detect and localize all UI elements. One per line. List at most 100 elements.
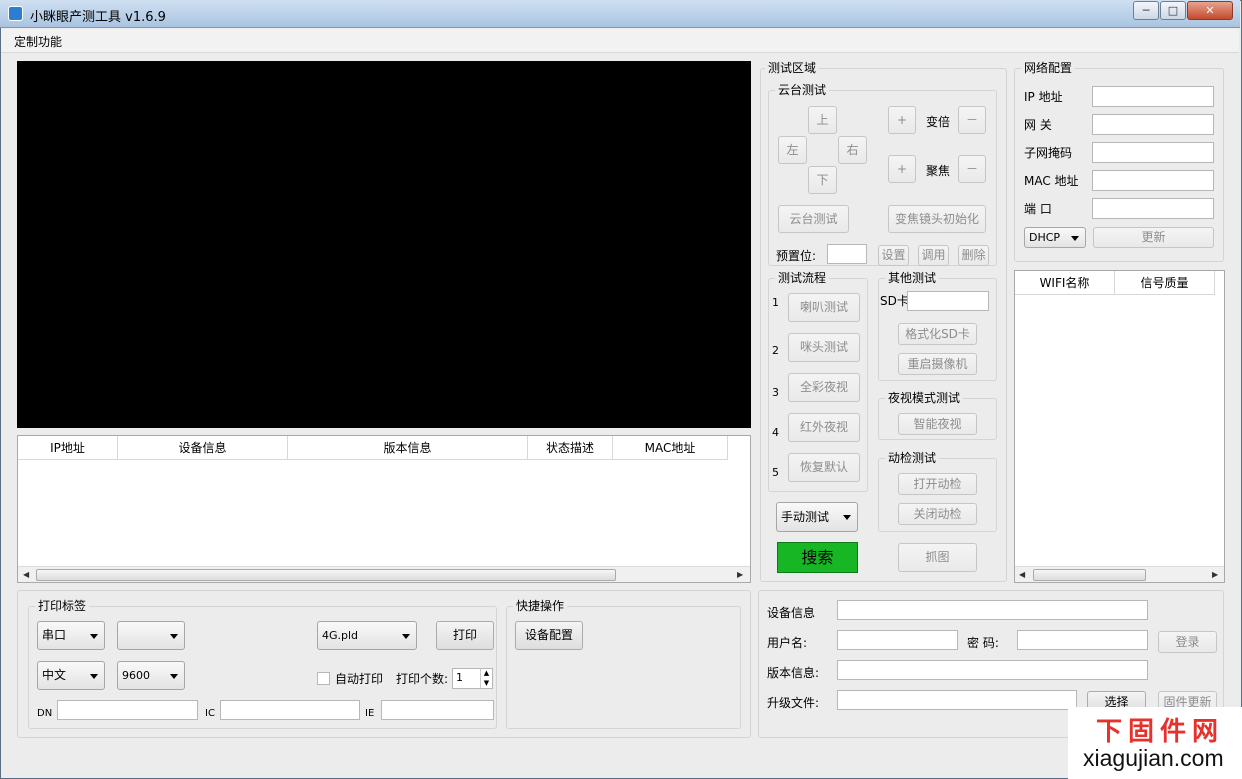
lens-init-button[interactable]: 变焦镜头初始化 [888,205,986,233]
spin-up-icon[interactable]: ▲ [480,669,492,678]
color-night-button[interactable]: 全彩夜视 [788,373,860,402]
wifi-table[interactable]: WIFI名称 信号质量 ◀ ▶ [1014,270,1225,583]
focus-minus-button[interactable]: － [958,155,986,183]
scroll-thumb[interactable] [1033,569,1146,581]
capture-button[interactable]: 抓图 [898,543,977,572]
username-label: 用户名: [767,636,808,650]
test-mode-select[interactable]: 手动测试 [776,502,858,532]
scroll-left-icon[interactable]: ◀ [23,570,29,579]
network-update-button[interactable]: 更新 [1093,227,1214,248]
device-config-button[interactable]: 设备配置 [515,621,583,650]
zoom-plus-button[interactable]: + [888,106,916,134]
device-info-label: 设备信息 [767,606,816,620]
preset-delete-button[interactable]: 删除 [958,245,989,266]
ir-night-button[interactable]: 红外夜视 [788,413,860,442]
version-label: 版本信息: [767,666,820,680]
column-device-info[interactable]: 设备信息 [118,436,288,460]
print-count-value: 1 [456,671,463,684]
device-table-scrollbar[interactable]: ◀ ▶ [18,566,750,582]
scroll-thumb[interactable] [36,569,616,581]
smart-night-button[interactable]: 智能夜视 [898,413,977,435]
column-wifi-name[interactable]: WIFI名称 [1015,271,1115,295]
motion-open-button[interactable]: 打开动检 [898,473,977,495]
auto-print-label: 自动打印 [335,672,384,686]
column-ip[interactable]: IP地址 [18,436,118,460]
mask-input[interactable] [1092,142,1214,163]
version-input[interactable] [837,660,1148,680]
ip-label: IP 地址 [1024,90,1063,104]
mic-test-button[interactable]: 咪头测试 [788,333,860,362]
sd-input[interactable] [907,291,989,311]
ie-label: IE [365,708,375,719]
format-sd-button[interactable]: 格式化SD卡 [898,323,977,345]
dn-input[interactable] [57,700,198,720]
port-label: 端 口 [1024,202,1052,216]
scroll-left-icon[interactable]: ◀ [1019,570,1025,579]
column-status[interactable]: 状态描述 [528,436,613,460]
dhcp-select[interactable]: DHCP [1024,227,1086,248]
factory-reset-button[interactable]: 恢复默认 [788,453,860,482]
scroll-right-icon[interactable]: ▶ [737,570,743,579]
video-preview [17,61,751,428]
port-select[interactable]: 串口 [37,621,105,650]
device-table[interactable]: IP地址 设备信息 版本信息 状态描述 MAC地址 ◀ ▶ [17,435,751,583]
gateway-input[interactable] [1092,114,1214,135]
ptz-right-button[interactable]: 右 [838,136,867,164]
ptz-left-button[interactable]: 左 [778,136,807,164]
step-number: 4 [772,426,779,439]
column-signal[interactable]: 信号质量 [1115,271,1215,295]
chevron-down-icon [402,634,410,639]
login-button[interactable]: 登录 [1158,631,1217,653]
ptz-up-button[interactable]: 上 [808,106,837,134]
wifi-table-scrollbar[interactable]: ◀ ▶ [1015,566,1224,582]
preset-set-button[interactable]: 设置 [878,245,909,266]
close-button[interactable]: ✕ [1187,1,1233,20]
night-mode-title: 夜视模式测试 [885,391,964,405]
zoom-minus-button[interactable]: － [958,106,986,134]
print-count-spinner[interactable]: 1 ▲ ▼ [452,668,493,689]
zoom-label: 变倍 [926,115,951,129]
device-info-input[interactable] [837,600,1148,620]
language-select[interactable]: 中文 [37,661,105,690]
port-number-select[interactable] [117,621,185,650]
spin-down-icon[interactable]: ▼ [480,678,492,688]
menu-custom[interactable]: 定制功能 [14,33,62,50]
title-bar[interactable] [0,0,1240,28]
ic-input[interactable] [220,700,360,720]
maximize-button[interactable]: □ [1160,1,1186,20]
chevron-down-icon [1071,236,1079,241]
quick-title: 快捷操作 [513,599,568,613]
focus-plus-button[interactable]: + [888,155,916,183]
menu-bar [1,29,1239,53]
ie-input[interactable] [381,700,494,720]
dn-label: DN [37,708,53,719]
port-input[interactable] [1092,198,1214,219]
watermark-top-text: 下固件网 [1096,717,1225,747]
test-flow-title: 测试流程 [775,271,830,285]
password-input[interactable] [1017,630,1148,650]
column-version[interactable]: 版本信息 [288,436,528,460]
upgrade-file-input[interactable] [837,690,1077,710]
print-button[interactable]: 打印 [436,621,494,650]
reboot-camera-button[interactable]: 重启摄像机 [898,353,977,375]
ptz-test-button[interactable]: 云台测试 [778,205,849,233]
preset-input[interactable] [827,244,867,264]
print-title: 打印标签 [35,599,90,613]
column-mac[interactable]: MAC地址 [613,436,728,460]
ip-input[interactable] [1092,86,1214,107]
username-input[interactable] [837,630,958,650]
focus-label: 聚焦 [926,164,951,178]
preset-call-button[interactable]: 调用 [918,245,949,266]
ptz-down-button[interactable]: 下 [808,166,837,194]
scroll-right-icon[interactable]: ▶ [1212,570,1218,579]
minimize-button[interactable]: ─ [1133,1,1159,20]
motion-close-button[interactable]: 关闭动检 [898,503,977,525]
search-button[interactable]: 搜索 [777,542,858,573]
speaker-test-button[interactable]: 喇叭测试 [788,293,860,322]
other-test-title: 其他测试 [885,271,940,285]
motion-title: 动检测试 [885,451,940,465]
baud-select[interactable]: 9600 [117,661,185,690]
template-select[interactable]: 4G.pld [317,621,417,650]
auto-print-checkbox[interactable] [317,672,330,685]
mac-input[interactable] [1092,170,1214,191]
